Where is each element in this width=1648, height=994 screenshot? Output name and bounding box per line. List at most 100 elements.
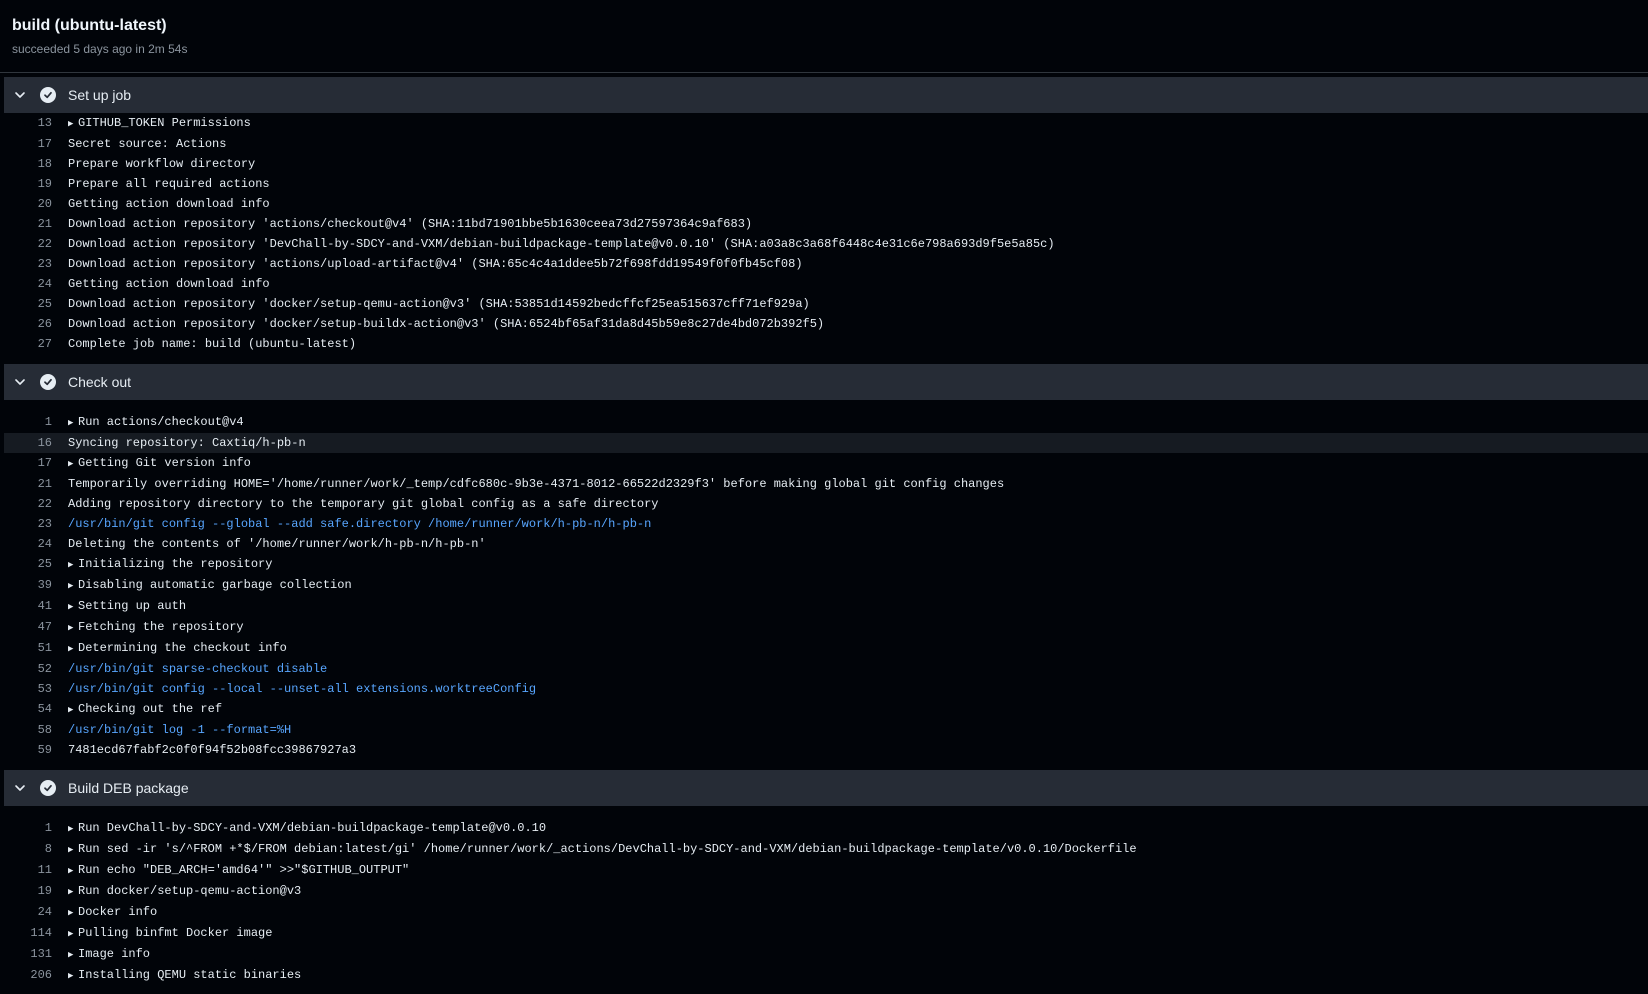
triangle-right-icon[interactable]: ▶ (68, 882, 78, 902)
line-number[interactable]: 20 (4, 194, 68, 214)
log-line[interactable]: 47 ▶ Fetching the repository (4, 617, 1648, 638)
line-number[interactable]: 21 (4, 214, 68, 234)
line-number[interactable]: 41 (4, 596, 68, 617)
line-number[interactable]: 39 (4, 575, 68, 596)
log-text: Temporarily overriding HOME='/home/runne… (68, 474, 1648, 494)
triangle-right-icon[interactable]: ▶ (68, 555, 78, 575)
step-header[interactable]: Set up job (4, 77, 1648, 113)
log-text: ▶ Installing QEMU static binaries (68, 965, 1648, 986)
line-number[interactable]: 16 (4, 433, 68, 453)
log-line[interactable]: 17 ▶ Getting Git version info (4, 453, 1648, 474)
line-number[interactable]: 22 (4, 494, 68, 514)
line-number[interactable]: 11 (4, 860, 68, 881)
line-number[interactable]: 17 (4, 453, 68, 474)
line-number[interactable]: 47 (4, 617, 68, 638)
line-number[interactable]: 26 (4, 314, 68, 334)
log-text-content: 7481ecd67fabf2c0f0f94f52b08fcc39867927a3 (68, 743, 357, 757)
triangle-right-icon[interactable]: ▶ (68, 819, 78, 839)
step-log: 13 ▶ GITHUB_TOKEN Permissions 17 Secret sour… (4, 113, 1648, 360)
step-log: 1 ▶ Run actions/checkout@v4 16 Syncing repos… (4, 400, 1648, 766)
line-number[interactable]: 8 (4, 839, 68, 860)
log-line[interactable]: 25 ▶ Initializing the repository (4, 554, 1648, 575)
line-number[interactable]: 1 (4, 412, 68, 433)
line-number[interactable]: 24 (4, 274, 68, 294)
log-line[interactable]: 19 ▶ Run docker/setup-qemu-action@v3 (4, 881, 1648, 902)
line-number[interactable]: 206 (4, 965, 68, 986)
log-text: ▶ Fetching the repository (68, 617, 1648, 638)
log-line[interactable]: 206 ▶ Installing QEMU static binaries (4, 965, 1648, 986)
line-number[interactable]: 131 (4, 944, 68, 965)
log-text: ▶ Setting up auth (68, 596, 1648, 617)
log-line: 24 Deleting the contents of '/home/runner… (4, 534, 1648, 554)
log-line: 58/usr/bin/git log -1 --format=%H (4, 720, 1648, 740)
log-text-content: Run actions/checkout@v4 (78, 415, 244, 429)
log-line[interactable]: 51 ▶ Determining the checkout info (4, 638, 1648, 659)
line-number[interactable]: 53 (4, 679, 68, 699)
line-number[interactable]: 59 (4, 740, 68, 760)
step-name: Check out (68, 374, 132, 390)
line-number[interactable]: 23 (4, 514, 68, 534)
triangle-right-icon[interactable]: ▶ (68, 924, 78, 944)
log-text-content: Getting Git version info (78, 456, 251, 470)
triangle-right-icon[interactable]: ▶ (68, 597, 78, 617)
line-number[interactable]: 114 (4, 923, 68, 944)
line-number[interactable]: 54 (4, 699, 68, 720)
chevron-down-icon[interactable] (14, 376, 26, 388)
log-line[interactable]: 1 ▶ Run actions/checkout@v4 (4, 412, 1648, 433)
log-text-content: Syncing repository: Caxtiq/h-pb-n (68, 436, 306, 450)
line-number[interactable]: 19 (4, 881, 68, 902)
line-number[interactable]: 24 (4, 902, 68, 923)
triangle-right-icon[interactable]: ▶ (68, 700, 78, 720)
triangle-right-icon[interactable]: ▶ (68, 114, 78, 134)
line-number[interactable]: 27 (4, 334, 68, 354)
line-number[interactable]: 23 (4, 254, 68, 274)
line-number[interactable]: 17 (4, 134, 68, 154)
line-number[interactable]: 24 (4, 534, 68, 554)
line-number[interactable]: 21 (4, 474, 68, 494)
line-number[interactable]: 13 (4, 113, 68, 134)
log-line[interactable]: 39 ▶ Disabling automatic garbage collectio… (4, 575, 1648, 596)
log-text: /usr/bin/git sparse-checkout disable (68, 659, 1648, 679)
line-number[interactable]: 18 (4, 154, 68, 174)
triangle-right-icon[interactable]: ▶ (68, 413, 78, 433)
step-header[interactable]: Check out (4, 364, 1648, 400)
check-circle-icon (40, 780, 56, 796)
line-number[interactable]: 25 (4, 554, 68, 575)
log-line[interactable]: 41 ▶ Setting up auth (4, 596, 1648, 617)
triangle-right-icon[interactable]: ▶ (68, 576, 78, 596)
line-number[interactable]: 58 (4, 720, 68, 740)
triangle-right-icon[interactable]: ▶ (68, 618, 78, 638)
triangle-right-icon[interactable]: ▶ (68, 840, 78, 860)
chevron-down-icon[interactable] (14, 89, 26, 101)
log-text: /usr/bin/git log -1 --format=%H (68, 720, 1648, 740)
log-line[interactable]: 8 ▶ Run sed -ir 's/^FROM +*$/FROM debian:l… (4, 839, 1648, 860)
log-text-content: Secret source: Actions (68, 137, 227, 151)
triangle-right-icon[interactable]: ▶ (68, 861, 78, 881)
log-text: Download action repository 'docker/setup… (68, 314, 1648, 334)
triangle-right-icon[interactable]: ▶ (68, 966, 78, 986)
log-text-content: Adding repository directory to the tempo… (68, 497, 659, 511)
step-header[interactable]: Build DEB package (4, 770, 1648, 806)
log-text: Download action repository 'actions/chec… (68, 214, 1648, 234)
log-line[interactable]: 11 ▶ Run echo "DEB_ARCH='amd64'" >>"$GITHU… (4, 860, 1648, 881)
log-line[interactable]: 131 ▶ Image info (4, 944, 1648, 965)
step-name: Build DEB package (68, 780, 189, 796)
line-number[interactable]: 1 (4, 818, 68, 839)
triangle-right-icon[interactable]: ▶ (68, 454, 78, 474)
triangle-right-icon[interactable]: ▶ (68, 903, 78, 923)
chevron-down-icon[interactable] (14, 782, 26, 794)
log-line[interactable]: 13 ▶ GITHUB_TOKEN Permissions (4, 113, 1648, 134)
triangle-right-icon[interactable]: ▶ (68, 639, 78, 659)
triangle-right-icon[interactable]: ▶ (68, 945, 78, 965)
log-line[interactable]: 54 ▶ Checking out the ref (4, 699, 1648, 720)
log-line[interactable]: 114 ▶ Pulling binfmt Docker image (4, 923, 1648, 944)
line-number[interactable]: 22 (4, 234, 68, 254)
line-number[interactable]: 19 (4, 174, 68, 194)
line-number[interactable]: 51 (4, 638, 68, 659)
line-number[interactable]: 25 (4, 294, 68, 314)
log-line[interactable]: 1 ▶ Run DevChall-by-SDCY-and-VXM/debian-bu… (4, 818, 1648, 839)
log-line: 53/usr/bin/git config --local --unset-al… (4, 679, 1648, 699)
log-line[interactable]: 24 ▶ Docker info (4, 902, 1648, 923)
step: Check out 1 ▶ Run actions/checkout@v4 16 Sync… (4, 364, 1648, 766)
line-number[interactable]: 52 (4, 659, 68, 679)
